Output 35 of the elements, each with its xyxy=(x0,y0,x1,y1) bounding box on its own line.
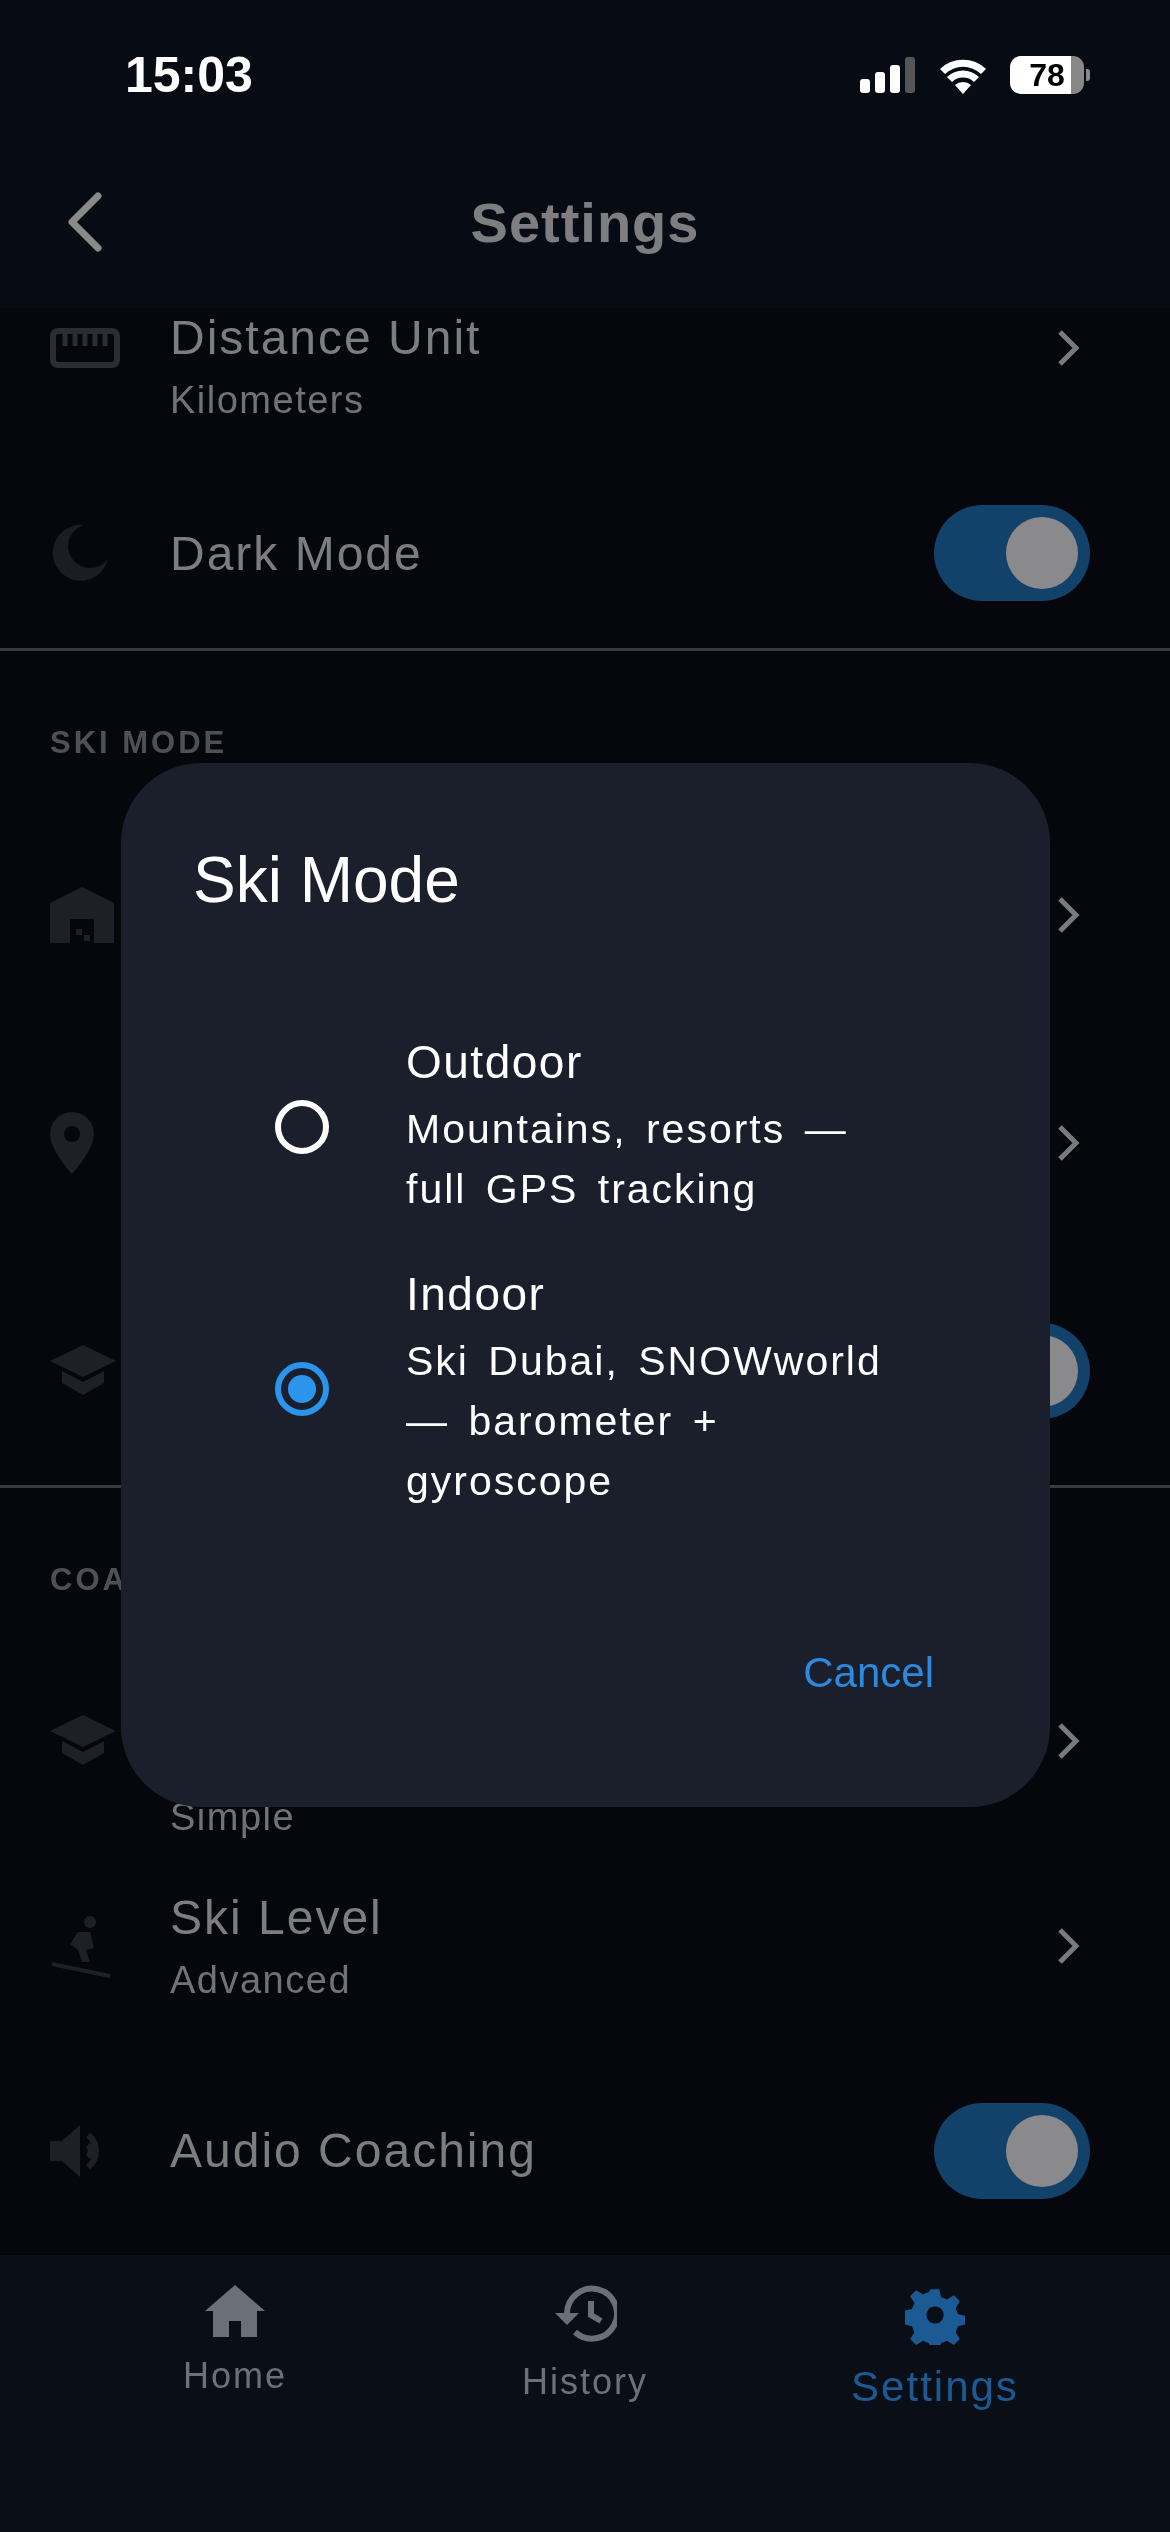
chevron-icon[interactable] xyxy=(1056,1720,1080,1761)
chevron-icon[interactable] xyxy=(1056,1123,1080,1163)
setting-title: Distance Unit xyxy=(170,310,483,365)
radio-button[interactable] xyxy=(275,1362,329,1416)
setting-value: Advanced xyxy=(170,1958,352,2002)
history-icon xyxy=(553,2285,617,2343)
ruler-icon xyxy=(50,328,120,368)
setting-title: Dark Mode xyxy=(170,525,424,581)
warehouse-icon xyxy=(50,887,114,943)
option-title: Outdoor xyxy=(406,1035,584,1089)
graduation-cap-icon xyxy=(50,1345,116,1397)
option-description: Ski Dubai, SNOWworld — barometer + gyroscope xyxy=(406,1337,883,1506)
setting-value: Simple xyxy=(170,1796,297,1839)
home-icon xyxy=(205,2285,265,2337)
setting-title: Audio Coaching xyxy=(170,2123,538,2178)
chevron-icon[interactable] xyxy=(1056,328,1080,368)
tab-item[interactable]: Settings xyxy=(760,2255,1110,2411)
section-header: COA xyxy=(50,1562,128,1598)
tab-item[interactable]: History xyxy=(410,2255,760,2403)
cancel-button[interactable]: Cancel xyxy=(803,1639,934,1707)
option-title: Indoor xyxy=(406,1267,547,1321)
location-pin-icon xyxy=(50,1112,94,1174)
dialog-title: Ski Mode xyxy=(193,843,461,917)
tab-item[interactable]: Home xyxy=(60,2255,410,2397)
graduation-cap-icon xyxy=(50,1714,116,1767)
option-description: Mountains, resorts — full GPS tracking xyxy=(406,1105,849,1214)
chevron-icon[interactable] xyxy=(1056,895,1080,935)
setting-title: Ski Level xyxy=(170,1889,384,1945)
signal-icon xyxy=(860,57,916,93)
page-title: Settings xyxy=(470,189,700,255)
status-time: 15:03 xyxy=(125,46,253,104)
setting-value: Kilometers xyxy=(170,379,366,422)
section-header: SKI MODE xyxy=(50,725,228,761)
moon-icon xyxy=(50,523,110,583)
chevron-icon[interactable] xyxy=(1056,1925,1080,1966)
